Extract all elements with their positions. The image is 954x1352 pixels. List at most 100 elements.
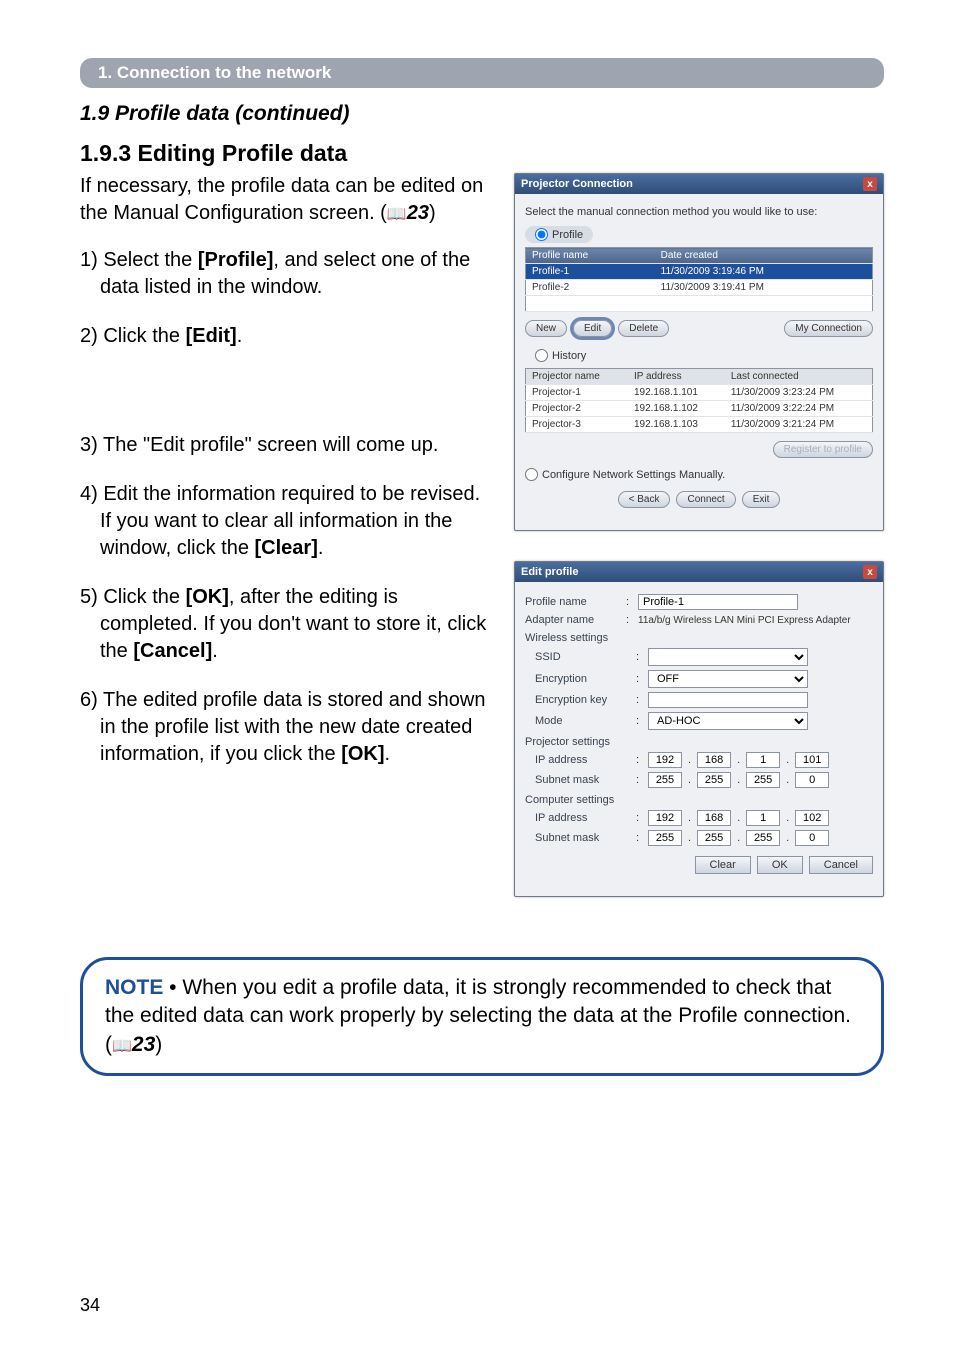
comp-mask-1[interactable] [648, 830, 682, 846]
note-body2: ) [155, 1033, 162, 1056]
ok-button[interactable]: OK [757, 856, 803, 874]
breadcrumb: 1. Connection to the network [80, 58, 884, 88]
proj-ip-1[interactable] [648, 752, 682, 768]
table-row[interactable]: Projector-2192.168.1.10211/30/2009 3:22:… [526, 401, 873, 417]
step-3: 3) The "Edit profile" screen will come u… [80, 432, 496, 459]
profile-name-input[interactable] [638, 594, 798, 610]
intro-text: If necessary, the profile data can be ed… [80, 173, 496, 227]
comp-ip-4[interactable] [795, 810, 829, 826]
radio-history-input[interactable] [535, 349, 548, 362]
cancel-button[interactable]: Cancel [809, 856, 873, 874]
history-table: Projector nameIP addressLast connected P… [525, 368, 873, 433]
book-icon [387, 202, 407, 224]
comp-mask-4[interactable] [795, 830, 829, 846]
proj-mask-1[interactable] [648, 772, 682, 788]
radio-history-label: History [552, 350, 586, 362]
label-encryption-key: Encryption key [535, 694, 630, 706]
note-keyword: NOTE [105, 976, 163, 999]
proj-mask-4[interactable] [795, 772, 829, 788]
dialog-title: Projector Connection [521, 178, 633, 190]
col-profile-name: Profile name [526, 248, 655, 264]
close-icon[interactable]: x [863, 565, 877, 579]
ssid-select[interactable] [648, 648, 808, 666]
projector-connection-dialog: Projector Connection x Select the manual… [514, 173, 884, 531]
proj-mask-3[interactable] [746, 772, 780, 788]
mode-select[interactable]: AD-HOC [648, 712, 808, 730]
label-encryption: Encryption [535, 673, 630, 685]
delete-button[interactable]: Delete [618, 320, 669, 337]
radio-manual-input[interactable] [525, 468, 538, 481]
step-6a: 6) The edited profile data is stored and… [80, 689, 485, 765]
table-row[interactable]: Profile-211/30/2009 3:19:41 PM [526, 280, 873, 296]
step-6: 6) The edited profile data is stored and… [80, 687, 496, 768]
edit-button[interactable]: Edit [573, 320, 612, 337]
comp-mask-2[interactable] [697, 830, 731, 846]
close-icon[interactable]: x [863, 177, 877, 191]
step-5: 5) Click the [OK], after the editing is … [80, 584, 496, 665]
intro-line2: ) [429, 202, 436, 224]
col-projector-name: Projector name [526, 369, 628, 385]
group-projector: Projector settings [525, 736, 873, 748]
step-1: 1) Select the [Profile], and select one … [80, 247, 496, 301]
book-icon [112, 1033, 132, 1056]
table-row[interactable]: Projector-3192.168.1.10311/30/2009 3:21:… [526, 417, 873, 433]
encryption-select[interactable]: OFF [648, 670, 808, 688]
label-subnet-mask: Subnet mask [535, 832, 630, 844]
group-computer: Computer settings [525, 794, 873, 806]
note-ref: 23 [132, 1033, 155, 1056]
step-4b: [Clear] [255, 537, 318, 559]
subsection-title: 1.9.3 Editing Profile data [80, 140, 884, 167]
comp-ip-2[interactable] [697, 810, 731, 826]
exit-button[interactable]: Exit [742, 491, 781, 508]
clear-button[interactable]: Clear [695, 856, 751, 874]
step-6b: [OK] [341, 743, 384, 765]
step-1b: [Profile] [198, 249, 274, 271]
label-mode: Mode [535, 715, 630, 727]
step-1a: 1) Select the [80, 249, 198, 271]
note-box: NOTE • When you edit a profile data, it … [80, 957, 884, 1076]
label-profile-name: Profile name [525, 596, 620, 608]
radio-history[interactable]: History [525, 347, 596, 364]
note-body1: • When you edit a profile data, it is st… [105, 976, 851, 1056]
table-row[interactable]: Profile-111/30/2009 3:19:46 PM [526, 264, 873, 280]
dialog-title: Edit profile [521, 566, 578, 578]
my-connection-button[interactable]: My Connection [784, 320, 873, 337]
step-2c: . [237, 325, 243, 347]
proj-mask-2[interactable] [697, 772, 731, 788]
step-2: 2) Click the [Edit]. [80, 323, 496, 350]
edit-profile-dialog: Edit profile x Profile name: Adapter nam… [514, 561, 884, 897]
group-wireless: Wireless settings [525, 632, 873, 644]
register-button[interactable]: Register to profile [773, 441, 873, 458]
connect-button[interactable]: Connect [676, 491, 735, 508]
radio-manual[interactable]: Configure Network Settings Manually. [525, 468, 873, 481]
section-title: 1.9 Profile data (continued) [80, 102, 884, 126]
table-row[interactable]: Projector-1192.168.1.10111/30/2009 3:23:… [526, 385, 873, 401]
label-ip-address: IP address [535, 754, 630, 766]
proj-ip-4[interactable] [795, 752, 829, 768]
adapter-name-value: 11a/b/g Wireless LAN Mini PCI Express Ad… [638, 615, 851, 626]
step-5d: [Cancel] [133, 640, 212, 662]
step-5a: 5) Click the [80, 586, 186, 608]
radio-profile-input[interactable] [535, 228, 548, 241]
step-6c: . [385, 743, 391, 765]
profile-table: Profile nameDate created Profile-111/30/… [525, 247, 873, 312]
dialog-instruction: Select the manual connection method you … [525, 206, 873, 218]
back-button[interactable]: < Back [618, 491, 671, 508]
radio-manual-label: Configure Network Settings Manually. [542, 469, 725, 481]
comp-mask-3[interactable] [746, 830, 780, 846]
step-2a: 2) Click the [80, 325, 186, 347]
intro-ref: 23 [407, 202, 429, 224]
comp-ip-3[interactable] [746, 810, 780, 826]
encryption-key-input[interactable] [648, 692, 808, 708]
proj-ip-2[interactable] [697, 752, 731, 768]
label-subnet-mask: Subnet mask [535, 774, 630, 786]
page-number: 34 [80, 1295, 100, 1316]
step-5b: [OK] [186, 586, 229, 608]
label-adapter-name: Adapter name [525, 614, 620, 626]
label-ip-address: IP address [535, 812, 630, 824]
proj-ip-3[interactable] [746, 752, 780, 768]
comp-ip-1[interactable] [648, 810, 682, 826]
col-last-connected: Last connected [725, 369, 873, 385]
new-button[interactable]: New [525, 320, 567, 337]
radio-profile[interactable]: Profile [525, 226, 593, 243]
